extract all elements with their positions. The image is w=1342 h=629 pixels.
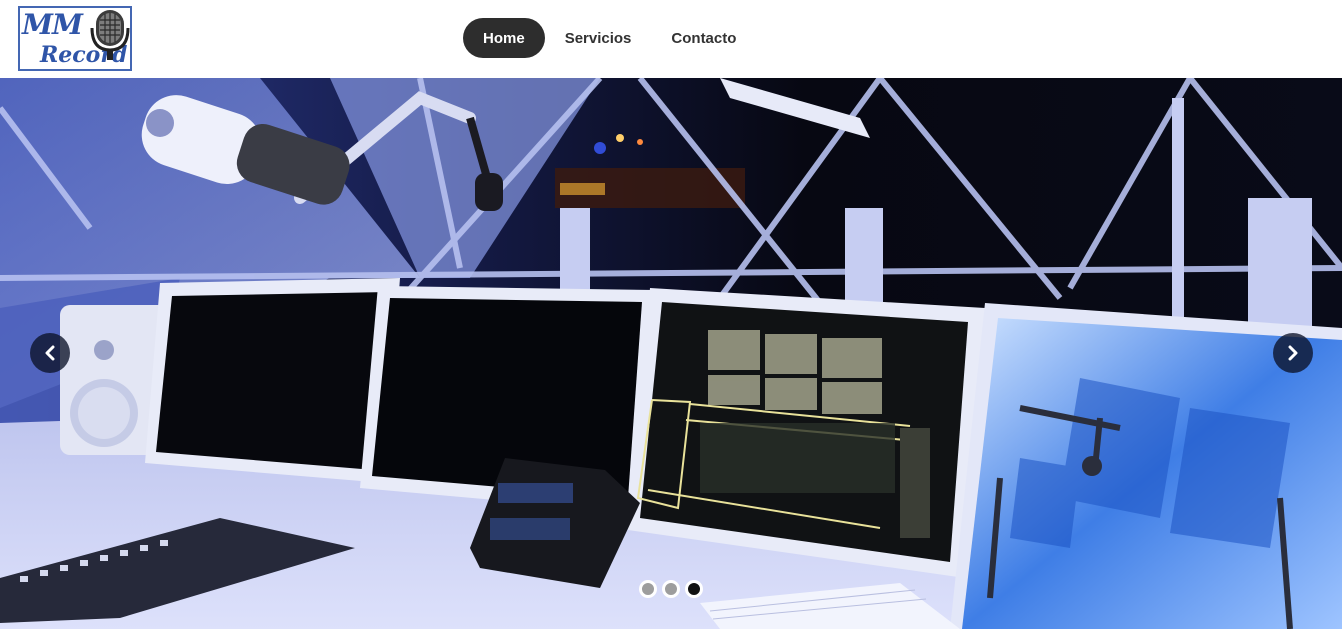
carousel-dot-2[interactable] [662, 580, 680, 598]
carousel-prev-button[interactable] [30, 333, 70, 373]
nav-item-home[interactable]: Home [463, 18, 545, 58]
chevron-left-icon [45, 345, 55, 361]
nav-item-contacto[interactable]: Contacto [651, 18, 756, 58]
carousel-dot-1[interactable] [639, 580, 657, 598]
chevron-right-icon [1288, 345, 1298, 361]
main-nav: Home Servicios Contacto [463, 18, 756, 58]
radio-studio-image [0, 78, 1342, 629]
carousel-indicators [639, 580, 703, 598]
site-header: MM Record Home Servicios Contacto [0, 0, 1342, 78]
carousel-dot-3[interactable] [685, 580, 703, 598]
logo-text-mm: MM [22, 8, 83, 41]
nav-item-servicios[interactable]: Servicios [545, 18, 652, 58]
mm-record-logo[interactable]: MM Record [18, 6, 132, 71]
carousel-next-button[interactable] [1273, 333, 1313, 373]
microphone-icon [90, 10, 130, 60]
hero-carousel [0, 78, 1342, 629]
